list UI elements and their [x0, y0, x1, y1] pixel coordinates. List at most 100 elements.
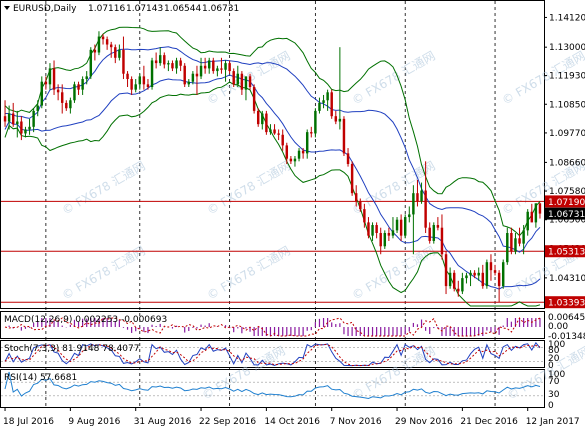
candle-body [412, 193, 415, 215]
candle-body [530, 211, 534, 223]
candle-body [448, 272, 452, 287]
candle-body [146, 84, 150, 87]
candle-body [473, 272, 476, 276]
candle-body [114, 47, 117, 58]
candle-body [305, 132, 309, 154]
candle-body [350, 163, 354, 194]
candle-body [510, 233, 513, 252]
candle-body [403, 217, 407, 236]
candle-body [534, 203, 538, 223]
candle-body [150, 60, 154, 87]
price-tick-label: 1.04310 [549, 274, 585, 284]
candle-body [497, 272, 501, 287]
time-tick-label: 18 Jul 2016 [3, 417, 54, 427]
candle-body [228, 63, 231, 72]
candle-body [297, 150, 301, 159]
candle-body [77, 84, 80, 90]
candle-body [469, 272, 472, 276]
candle-body [481, 272, 485, 287]
time-tick-label: 31 Aug 2016 [134, 417, 192, 427]
rsi-axis-30: 30 [548, 390, 560, 400]
candle-body [142, 76, 146, 85]
candle-body [69, 100, 72, 109]
candle-body [56, 89, 60, 93]
candle-body [130, 79, 133, 90]
candle-body [118, 49, 121, 58]
candle-body [191, 73, 195, 82]
candle-body [48, 68, 52, 85]
candle-body [326, 92, 329, 101]
candle-body [436, 225, 440, 228]
candle-body [310, 132, 313, 134]
candle-body [236, 73, 240, 85]
macd-axis-zero: 0.00 [548, 322, 568, 332]
candle-body [444, 254, 448, 287]
candle-body [261, 113, 264, 125]
candle-body [252, 87, 256, 111]
candle-body [522, 230, 525, 244]
candle-body [408, 214, 411, 218]
candle-body [3, 116, 7, 122]
candle-body [285, 145, 289, 159]
candle-body [277, 133, 280, 135]
candle-body [387, 233, 391, 236]
candle-body [248, 76, 252, 87]
candle-body [506, 233, 509, 263]
price-tick-label: 1.09770 [549, 129, 585, 139]
rsi-axis-0: 0 [548, 401, 554, 411]
candle-body [461, 278, 464, 292]
candle-body [28, 126, 31, 130]
candle-body [395, 219, 399, 231]
chart-header: EURUSD,Daily 1.07116 1.07143 1.06544 1.0… [4, 4, 239, 14]
candle-body [52, 68, 56, 90]
price-chart: © FX678 汇通网 © FX678 汇通网 © FX678 汇通网© FX678… [0, 0, 585, 428]
candle-body [244, 76, 248, 90]
time-tick-label: 29 Nov 2016 [395, 417, 453, 427]
price-tick-label: 1.11930 [549, 72, 585, 82]
ohlc-close: 1.06731 [202, 4, 239, 14]
candle-body [399, 219, 403, 236]
candle-body [465, 275, 468, 279]
candle-body [175, 60, 178, 69]
candle-body [32, 110, 35, 127]
candle-body [138, 76, 142, 85]
candle-body [318, 102, 321, 111]
candle-body [203, 65, 207, 69]
candle-body [428, 227, 431, 241]
candle-body [375, 225, 378, 233]
candle-body [514, 238, 517, 252]
time-tick-label: 9 Aug 2016 [68, 417, 120, 427]
candle-body [126, 73, 129, 80]
candle-body [493, 270, 497, 273]
candle-body [167, 63, 170, 65]
candle-body [338, 118, 342, 122]
candle-body [379, 233, 382, 247]
candle-body [85, 76, 88, 80]
candle-body [101, 36, 105, 40]
candle-body [440, 227, 444, 255]
candle-body [457, 288, 460, 292]
time-tick-label: 12 Jan 2017 [526, 417, 580, 427]
candle-body [65, 102, 68, 109]
price-tick-label: 1.10850 [549, 100, 585, 110]
candle-body [105, 39, 109, 45]
candle-body [452, 272, 456, 289]
candle-body [383, 233, 387, 247]
candle-body [281, 134, 284, 146]
level-label: 1.07190 [548, 198, 585, 208]
candle-body [330, 92, 333, 117]
candle-body [179, 60, 182, 66]
ohlc-low: 1.06544 [164, 4, 201, 14]
candle-body [36, 105, 39, 111]
rsi-title: RSI(14) 57.6681 [4, 373, 77, 383]
candle-body [391, 230, 395, 236]
candle-body [269, 129, 272, 133]
macd-title: MACD(12,26,9) 0.002253 -0.000693 [4, 315, 167, 325]
candle-body [301, 150, 305, 154]
time-tick-label: 7 Nov 2016 [330, 417, 382, 427]
candle-body [240, 73, 244, 90]
candle-body [432, 225, 436, 241]
candle-body [224, 63, 227, 70]
candle-body [265, 113, 268, 133]
candle-body [24, 129, 27, 134]
